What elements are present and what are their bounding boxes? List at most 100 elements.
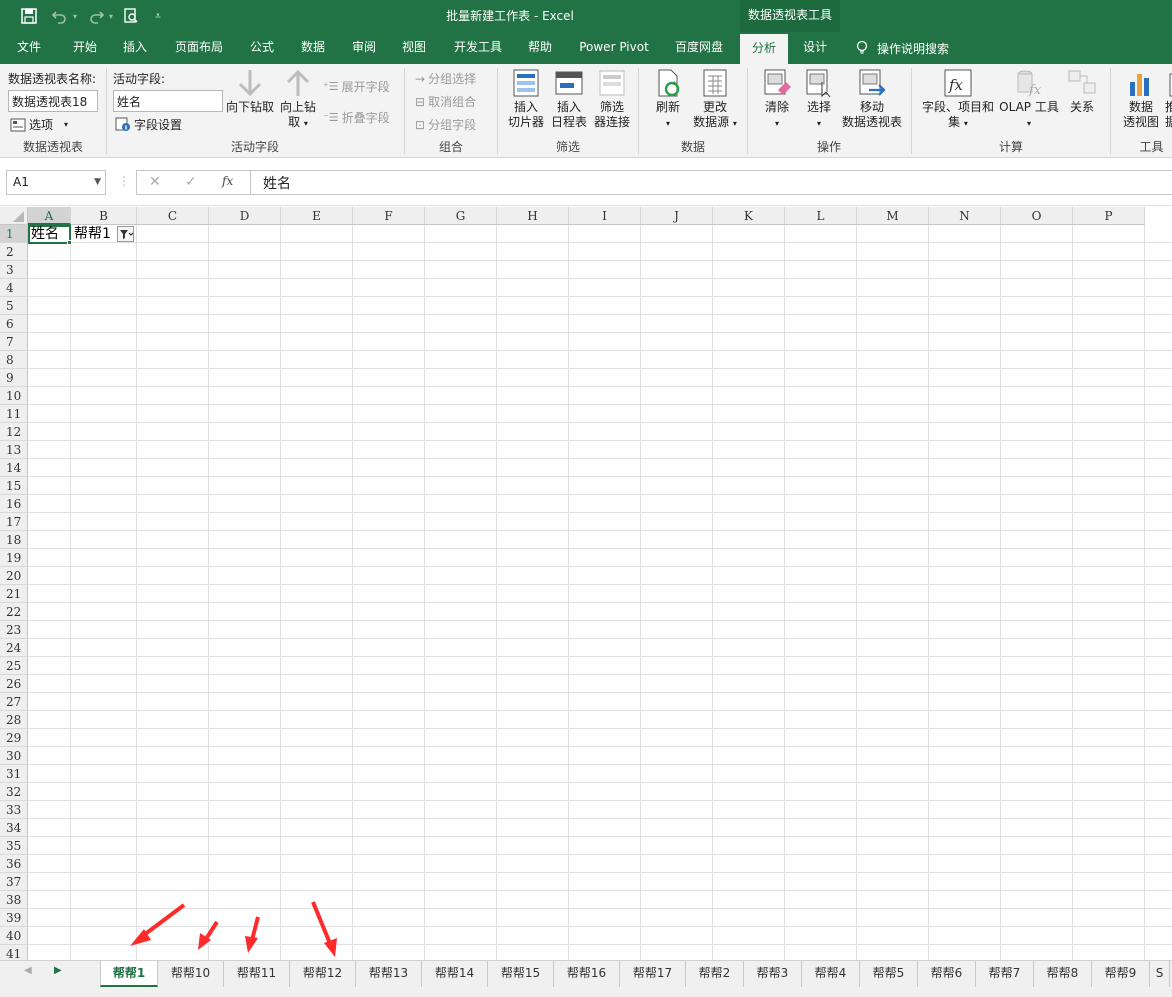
active-field-input[interactable]: 姓名: [113, 90, 223, 112]
row-header-39[interactable]: 39: [0, 909, 28, 927]
sheet-tab[interactable]: 帮帮13: [356, 961, 422, 987]
refresh-button[interactable]: 刷新 ▾: [647, 68, 689, 131]
row-header-31[interactable]: 31: [0, 765, 28, 783]
sheet-tab[interactable]: 帮帮5: [860, 961, 918, 987]
sheet-tab[interactable]: 帮帮3: [744, 961, 802, 987]
sheet-tab[interactable]: 帮帮8: [1034, 961, 1092, 987]
tell-me-search[interactable]: 操作说明搜索: [855, 32, 949, 64]
enter-check-icon[interactable]: ✓: [185, 174, 197, 190]
sheet-tab[interactable]: 帮帮4: [802, 961, 860, 987]
field-settings-button[interactable]: 字段设置: [115, 116, 182, 133]
sheet-tab[interactable]: 帮帮2: [686, 961, 744, 987]
row-header-22[interactable]: 22: [0, 603, 28, 621]
collapse-field-button[interactable]: ⁻☰ 折叠字段: [323, 109, 390, 126]
options-button[interactable]: 选项 ▾: [10, 116, 68, 133]
worksheet-grid[interactable]: ABCDEFGHIJKLMNOP 1 2 3 4 5 6 7 8 9 10 11 12 13 14 15 16…: [0, 207, 1172, 960]
clear-button[interactable]: 清除 ▾: [756, 68, 798, 131]
column-header-b[interactable]: B: [71, 207, 137, 225]
tab-formulas[interactable]: 公式: [240, 32, 284, 64]
sheet-tab[interactable]: 帮帮6: [918, 961, 976, 987]
row-header-14[interactable]: 14: [0, 459, 28, 477]
column-header-f[interactable]: F: [353, 207, 425, 225]
row-header-18[interactable]: 18: [0, 531, 28, 549]
tab-analyze[interactable]: 分析: [740, 34, 788, 64]
row-header-10[interactable]: 10: [0, 387, 28, 405]
row-header-41[interactable]: 41: [0, 945, 28, 960]
sheet-tab[interactable]: 帮帮9: [1092, 961, 1150, 987]
row-header-24[interactable]: 24: [0, 639, 28, 657]
olap-tools-button[interactable]: fx OLAP 工具 ▾: [998, 68, 1060, 131]
name-box[interactable]: A1 ▼: [6, 170, 106, 195]
tab-help[interactable]: 帮助: [518, 32, 562, 64]
column-header-n[interactable]: N: [929, 207, 1001, 225]
sheet-tab[interactable]: 帮帮11: [224, 961, 290, 987]
tab-design[interactable]: 设计: [792, 32, 838, 64]
sheet-tab[interactable]: 帮帮14: [422, 961, 488, 987]
cell-b1[interactable]: 帮帮1: [72, 225, 111, 243]
tab-review[interactable]: 审阅: [342, 32, 386, 64]
column-header-i[interactable]: I: [569, 207, 641, 225]
sheet-tab[interactable]: 帮帮7: [976, 961, 1034, 987]
row-header-34[interactable]: 34: [0, 819, 28, 837]
sheet-tab[interactable]: 帮帮1: [100, 961, 158, 987]
row-header-7[interactable]: 7: [0, 333, 28, 351]
tab-baidu-netdisk[interactable]: 百度网盘: [666, 32, 732, 64]
insert-slicer-button[interactable]: 插入 切片器: [504, 68, 548, 130]
row-header-1[interactable]: 1: [0, 225, 28, 243]
row-header-8[interactable]: 8: [0, 351, 28, 369]
sheet-tab[interactable]: 帮帮17: [620, 961, 686, 987]
cancel-icon[interactable]: ✕: [149, 174, 161, 190]
row-header-26[interactable]: 26: [0, 675, 28, 693]
insert-timeline-button[interactable]: 插入 日程表: [548, 68, 590, 130]
tab-data[interactable]: 数据: [290, 32, 336, 64]
insert-function-icon[interactable]: fx: [222, 174, 233, 188]
column-header-e[interactable]: E: [281, 207, 353, 225]
move-pivottable-button[interactable]: 移动 数据透视表: [840, 68, 904, 130]
row-header-5[interactable]: 5: [0, 297, 28, 315]
row-header-30[interactable]: 30: [0, 747, 28, 765]
tab-insert[interactable]: 插入: [112, 32, 158, 64]
sheet-tab[interactable]: 帮帮12: [290, 961, 356, 987]
filter-dropdown-button[interactable]: [117, 226, 134, 242]
scroll-tabs-left-icon[interactable]: ◀: [24, 965, 32, 976]
change-data-source-button[interactable]: 更改 数据源 ▾: [689, 68, 741, 131]
row-header-38[interactable]: 38: [0, 891, 28, 909]
pivot-name-input[interactable]: 数据透视表18: [8, 90, 98, 112]
column-header-a[interactable]: A: [28, 207, 71, 225]
row-header-40[interactable]: 40: [0, 927, 28, 945]
column-header-k[interactable]: K: [713, 207, 785, 225]
sheet-tab[interactable]: S: [1150, 961, 1170, 987]
tab-page-layout[interactable]: 页面布局: [166, 32, 232, 64]
row-header-2[interactable]: 2: [0, 243, 28, 261]
select-button[interactable]: 选择 ▾: [798, 68, 840, 131]
row-header-9[interactable]: 9: [0, 369, 28, 387]
row-header-17[interactable]: 17: [0, 513, 28, 531]
row-header-20[interactable]: 20: [0, 567, 28, 585]
save-icon[interactable]: [18, 6, 40, 26]
pivotchart-button[interactable]: 数据 透视图: [1119, 68, 1163, 130]
row-header-25[interactable]: 25: [0, 657, 28, 675]
undo-icon[interactable]: [48, 6, 70, 26]
row-header-29[interactable]: 29: [0, 729, 28, 747]
row-header-19[interactable]: 19: [0, 549, 28, 567]
column-header-p[interactable]: P: [1073, 207, 1145, 225]
formula-input[interactable]: 姓名: [250, 170, 1172, 195]
column-header-l[interactable]: L: [785, 207, 857, 225]
row-header-11[interactable]: 11: [0, 405, 28, 423]
tab-power-pivot[interactable]: Power Pivot: [570, 32, 658, 64]
expand-field-button[interactable]: ⁺☰ 展开字段: [323, 78, 390, 95]
row-header-3[interactable]: 3: [0, 261, 28, 279]
row-header-27[interactable]: 27: [0, 693, 28, 711]
column-header-c[interactable]: C: [137, 207, 209, 225]
undo-dropdown-icon[interactable]: ▾: [70, 6, 80, 26]
recommended-pivot-button[interactable]: 推 据: [1165, 68, 1172, 130]
cell-a1[interactable]: 姓名: [28, 225, 71, 244]
drill-up-button[interactable]: 向上钻 取 ▾: [277, 68, 319, 131]
row-header-13[interactable]: 13: [0, 441, 28, 459]
row-header-6[interactable]: 6: [0, 315, 28, 333]
row-header-12[interactable]: 12: [0, 423, 28, 441]
column-header-d[interactable]: D: [209, 207, 281, 225]
scroll-tabs-right-icon[interactable]: ▶: [54, 965, 62, 976]
tab-developer[interactable]: 开发工具: [444, 32, 512, 64]
column-header-j[interactable]: J: [641, 207, 713, 225]
